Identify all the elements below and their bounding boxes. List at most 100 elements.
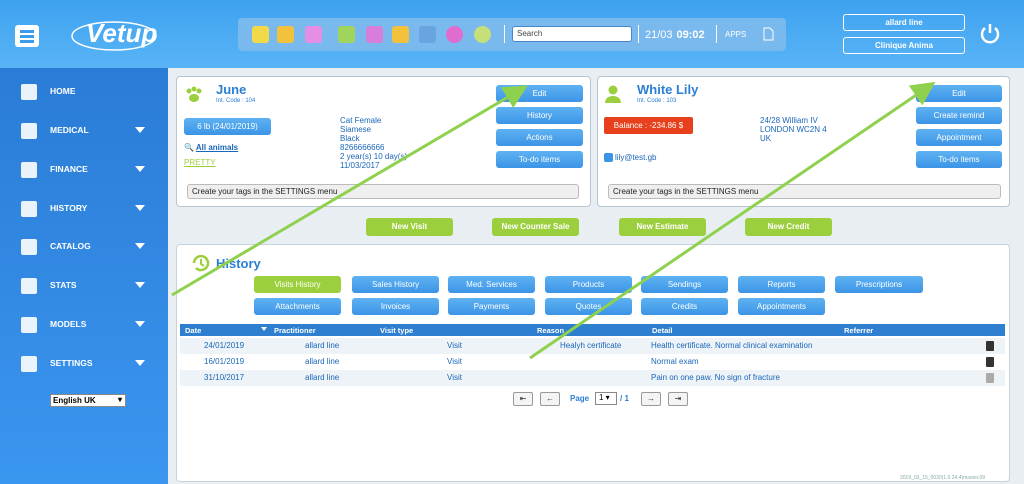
nav-item-medical[interactable]: MEDICAL: [0, 111, 168, 149]
column-header-detail[interactable]: Detail: [652, 326, 672, 335]
nav-item-settings[interactable]: SETTINGS: [0, 344, 168, 382]
tab-credits[interactable]: Credits: [641, 298, 728, 315]
owner-to-do-items-button[interactable]: To-do items: [916, 151, 1002, 168]
home-icon: [21, 84, 37, 100]
tab-prescriptions[interactable]: Prescriptions: [835, 276, 923, 293]
table-row[interactable]: 24/01/2019 allard line Visit Healyh certifi…: [180, 338, 1005, 354]
chevron-down-icon: [135, 360, 145, 366]
owner-edit-button[interactable]: Edit: [916, 85, 1002, 102]
nav-item-label: MODELS: [50, 319, 87, 329]
tab-sales-history[interactable]: Sales History: [352, 276, 439, 293]
column-header-practitioner[interactable]: Practitioner: [274, 326, 316, 335]
tab-sendings[interactable]: Sendings: [641, 276, 728, 293]
search-input[interactable]: Search: [512, 26, 632, 42]
patient-to-do-items-button[interactable]: To-do items: [496, 151, 583, 168]
tab-products[interactable]: Products: [545, 276, 632, 293]
cell-detail: Normal exam: [651, 357, 699, 366]
owner-appointment-button[interactable]: Appointment: [916, 129, 1002, 146]
owner-tags-field[interactable]: Create your tags in the SETTINGS menu: [608, 184, 1001, 199]
toolbar-separator: [638, 25, 639, 43]
user-button[interactable]: allard line: [843, 14, 965, 31]
medical-icon: [21, 123, 37, 139]
tab-invoices[interactable]: Invoices: [352, 298, 439, 315]
new-estimate-button[interactable]: New Estimate: [619, 218, 706, 236]
trash-icon[interactable]: [986, 373, 994, 383]
tab-payments[interactable]: Payments: [448, 298, 535, 315]
page-select[interactable]: 1 ▾: [595, 392, 617, 405]
chevron-down-icon: [135, 166, 145, 172]
sort-desc-icon[interactable]: [261, 327, 267, 331]
version-footer: 2019_03_15_0030(1.0.24.4)master.09: [900, 475, 986, 481]
nav-item-models[interactable]: MODELS: [0, 305, 168, 343]
nav-item-label: SETTINGS: [50, 358, 93, 368]
patient-actions-button[interactable]: Actions: [496, 129, 583, 146]
owner-address-line: LONDON WC2N 4: [760, 125, 827, 134]
column-header-reason[interactable]: Reason: [537, 326, 564, 335]
table-row[interactable]: 31/10/2017 allard line Visit Pain on one pa…: [180, 370, 1005, 386]
weight-button[interactable]: 6 lb (24/01/2019): [184, 118, 271, 135]
tab-med-services[interactable]: Med. Services: [448, 276, 535, 293]
pdf-icon[interactable]: [762, 27, 774, 41]
current-time: 09:02: [676, 29, 705, 41]
apps-button[interactable]: APPS: [725, 30, 746, 39]
column-header-visit-type[interactable]: Visit type: [380, 326, 413, 335]
clinic-button[interactable]: Clinique Anima: [843, 37, 965, 54]
paw-icon[interactable]: [338, 26, 355, 43]
new-credit-button[interactable]: New Credit: [745, 218, 832, 236]
owner-email[interactable]: lily@test.gb: [604, 153, 656, 163]
trash-icon[interactable]: [986, 357, 994, 367]
tab-attachments[interactable]: Attachments: [254, 298, 341, 315]
all-animals-link[interactable]: 🔍 All animals: [184, 143, 238, 152]
nav-item-finance[interactable]: FINANCE: [0, 150, 168, 188]
basket-icon[interactable]: [277, 26, 294, 43]
next-page-button[interactable]: →: [641, 392, 661, 406]
clients-icon[interactable]: [305, 26, 322, 43]
new-visit-button[interactable]: New Visit: [366, 218, 453, 236]
patient-detail: Siamese: [340, 125, 372, 134]
tab-appointments[interactable]: Appointments: [738, 298, 825, 315]
chat-icon[interactable]: [474, 26, 491, 43]
language-select[interactable]: English UK: [50, 394, 126, 407]
patient-history-button[interactable]: History: [496, 107, 583, 124]
new-counter-sale-button[interactable]: New Counter Sale: [492, 218, 579, 236]
tab-reports[interactable]: Reports: [738, 276, 825, 293]
nav-item-catalog[interactable]: CATALOG: [0, 227, 168, 265]
tab-visits-history[interactable]: Visits History: [254, 276, 341, 293]
history-title: History: [216, 256, 261, 271]
document-icon[interactable]: [252, 26, 269, 43]
prev-page-button[interactable]: ←: [540, 392, 560, 406]
calendar-icon[interactable]: [392, 26, 409, 43]
nav-item-home[interactable]: HOME: [0, 72, 168, 110]
owner-create-remind-button[interactable]: Create remind: [916, 107, 1002, 124]
tab-quotes[interactable]: Quotes: [545, 298, 632, 315]
cell-reason: Healyh certificate: [560, 341, 622, 350]
patient-tags-field[interactable]: Create your tags in the SETTINGS menu: [187, 184, 579, 199]
checklist-icon[interactable]: [419, 26, 436, 43]
nav-item-label: FINANCE: [50, 164, 88, 174]
first-page-button[interactable]: ⇤: [513, 392, 533, 406]
column-header-referrer[interactable]: Referrer: [844, 326, 873, 335]
cell-date: 24/01/2019: [204, 341, 245, 350]
catalog-icon: [21, 239, 37, 255]
email-icon: [604, 153, 613, 163]
trash-icon[interactable]: [986, 341, 994, 351]
chevron-down-icon: [135, 205, 145, 211]
table-row[interactable]: 16/01/2019 allard line Visit Normal exam: [180, 354, 1005, 370]
nav-item-history[interactable]: HISTORY: [0, 189, 168, 227]
last-page-button[interactable]: ⇥: [668, 392, 688, 406]
patient-tag[interactable]: PRETTY: [184, 158, 216, 167]
patient-name: June: [216, 82, 247, 97]
power-icon[interactable]: [978, 22, 1002, 46]
patient-detail: 11/03/2017: [340, 161, 380, 170]
menu-icon[interactable]: [15, 25, 39, 47]
patient-edit-button[interactable]: Edit: [496, 85, 583, 102]
owner-name: White Lily: [637, 82, 699, 97]
nav-item-label: STATS: [50, 280, 77, 290]
nav-item-stats[interactable]: STATS: [0, 266, 168, 304]
toolbar-separator: [716, 25, 717, 43]
person-icon: [605, 85, 621, 103]
help-icon[interactable]: [446, 26, 463, 43]
column-header-date[interactable]: Date: [185, 326, 201, 335]
paw-icon: [186, 86, 202, 102]
invoice-icon[interactable]: [366, 26, 383, 43]
